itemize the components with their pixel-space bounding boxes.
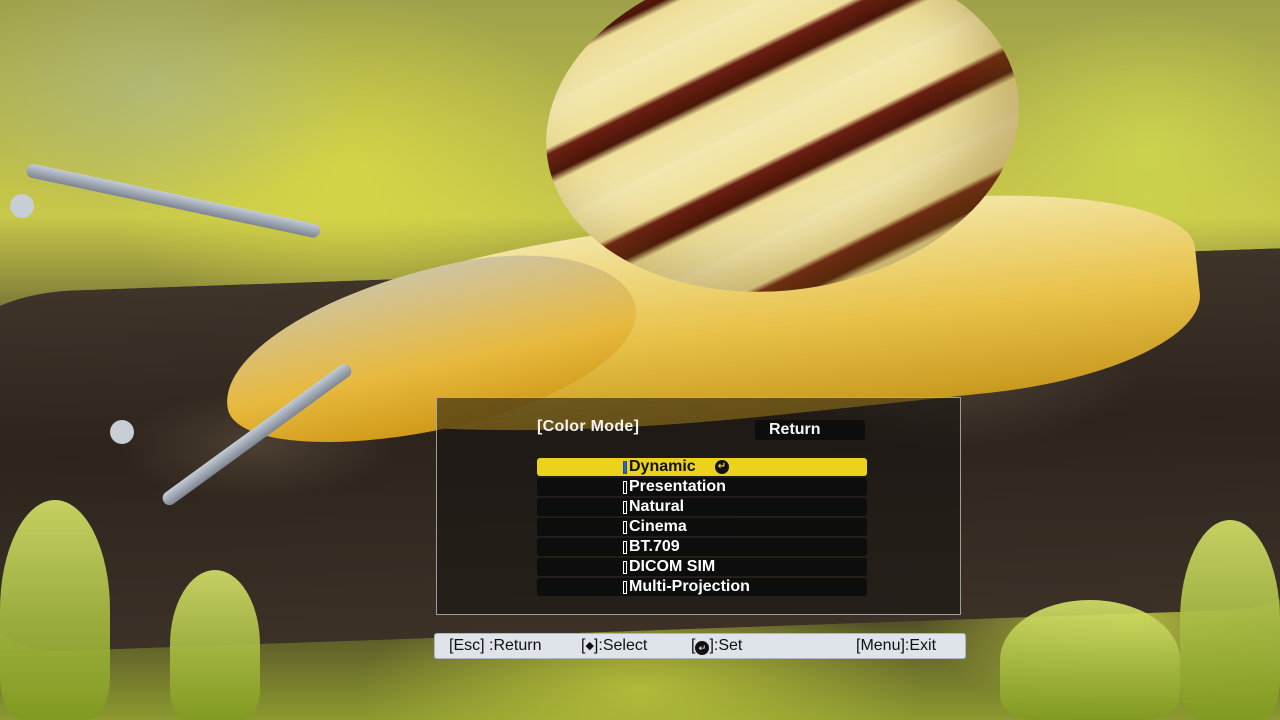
tentacle-tip-image	[110, 420, 134, 444]
color-mode-option-bt709[interactable]: BT.709	[537, 538, 867, 556]
moss-image	[170, 570, 260, 720]
help-bar: [Esc] :Return [◆]:Select [↵]:Set [Menu]:…	[434, 633, 966, 659]
radio-indicator	[623, 561, 627, 574]
color-mode-option-natural[interactable]: Natural	[537, 498, 867, 516]
snail-tentacle-image	[25, 162, 322, 239]
color-mode-option-dicom-sim[interactable]: DICOM SIM	[537, 558, 867, 576]
radio-indicator	[623, 581, 627, 594]
esc-action-label: :Return	[489, 637, 542, 654]
radio-indicator	[623, 481, 627, 494]
color-mode-list: Dynamic ↵ Presentation Natural Cinema BT…	[537, 458, 867, 598]
option-label: DICOM SIM	[629, 558, 716, 575]
color-mode-option-dynamic[interactable]: Dynamic ↵	[537, 458, 867, 476]
color-mode-option-presentation[interactable]: Presentation	[537, 478, 867, 496]
help-menu-exit: [Menu]:Exit	[856, 637, 937, 654]
radio-indicator	[623, 501, 627, 514]
moss-image	[1000, 600, 1180, 720]
moss-image	[0, 500, 110, 720]
help-esc-return: [Esc] :Return	[449, 637, 541, 655]
help-select: [◆]:Select	[581, 637, 647, 655]
set-action-label: ]:Set	[709, 637, 743, 654]
updown-arrows-icon: ◆	[585, 640, 594, 652]
option-label: Natural	[629, 498, 685, 515]
option-label: Cinema	[629, 518, 687, 535]
color-mode-option-cinema[interactable]: Cinema	[537, 518, 867, 536]
moss-image	[1180, 520, 1280, 720]
return-button[interactable]: Return	[755, 420, 865, 440]
radio-indicator	[623, 541, 627, 554]
tentacle-tip-image	[10, 194, 34, 218]
option-label: Presentation	[629, 478, 726, 495]
enter-icon: ↵	[715, 460, 729, 474]
option-label: Dynamic	[629, 458, 696, 475]
enter-icon: ↵	[695, 641, 710, 655]
radio-indicator	[623, 521, 627, 534]
radio-indicator	[623, 461, 627, 474]
select-action-label: ]:Select	[593, 637, 648, 654]
help-set: [↵]:Set	[691, 637, 742, 655]
menu-title: [Color Mode]	[537, 418, 640, 435]
option-label: Multi-Projection	[629, 578, 750, 595]
option-label: BT.709	[629, 538, 680, 555]
esc-key-label: [Esc]	[449, 637, 485, 654]
color-mode-menu: [Color Mode] Return Dynamic ↵ Presentati…	[436, 397, 961, 615]
color-mode-option-multi-projection[interactable]: Multi-Projection	[537, 578, 867, 596]
